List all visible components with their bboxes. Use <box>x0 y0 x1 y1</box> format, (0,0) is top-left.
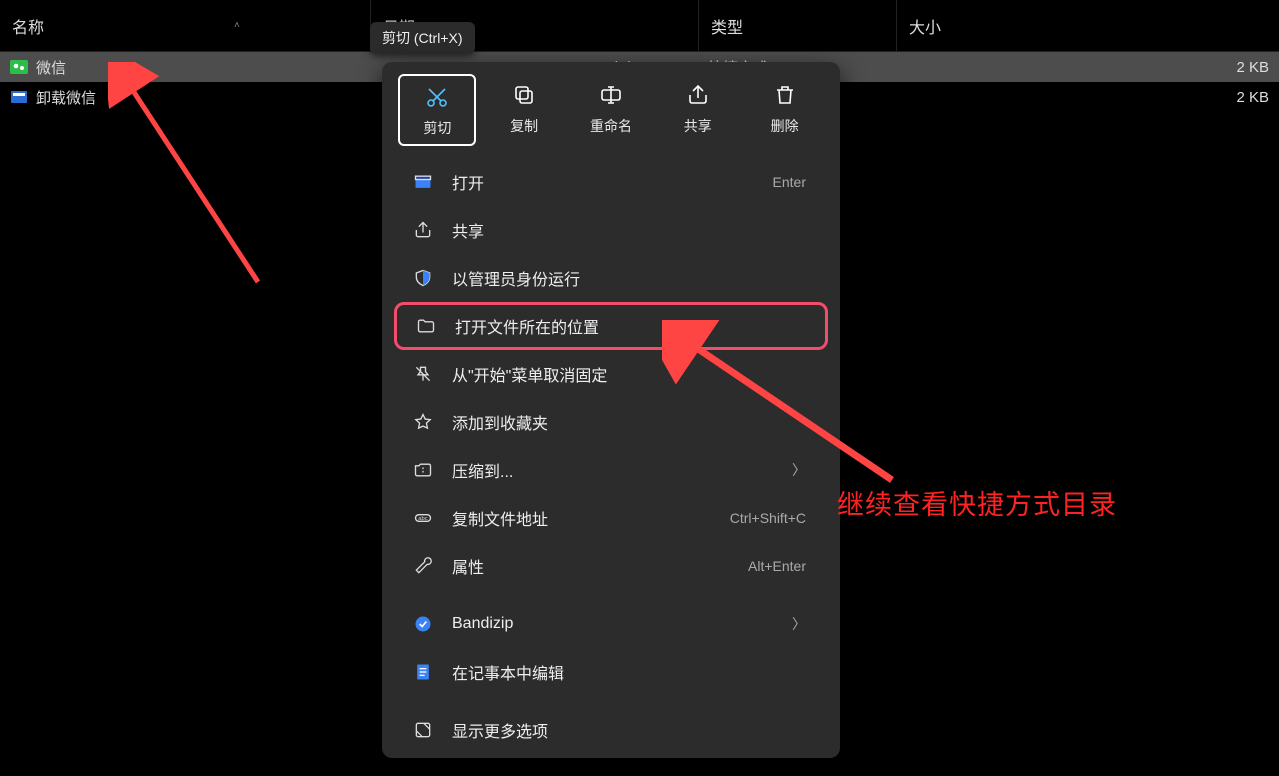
menu-run-as-admin-label: 以管理员身份运行 <box>452 266 698 290</box>
menu-notepad-edit[interactable]: 在记事本中编辑 <box>394 648 828 696</box>
tooltip-text: 剪切 (Ctrl+X) <box>382 30 463 46</box>
column-header-name[interactable]: 名称 ˄ <box>0 0 370 51</box>
menu-show-more-options[interactable]: 显示更多选项 <box>394 706 828 754</box>
menu-copy-path-label: 复制文件地址 <box>452 506 698 530</box>
column-header-size-label: 大小 <box>909 14 941 38</box>
menu-bandizip[interactable]: Bandizip 〉 <box>394 600 828 648</box>
column-header-size[interactable]: 大小 <box>896 0 1279 51</box>
window-icon <box>412 172 434 192</box>
action-copy[interactable]: 复制 <box>485 74 563 146</box>
menu-notepad-edit-label: 在记事本中编辑 <box>452 660 698 684</box>
menu-open-file-location[interactable]: 打开文件所在的位置 <box>394 302 828 350</box>
menu-copy-path[interactable]: abc 复制文件地址 Ctrl+Shift+C <box>394 494 828 542</box>
cut-tooltip: 剪切 (Ctrl+X) <box>370 22 475 54</box>
menu-unpin-start[interactable]: 从"开始"菜单取消固定 <box>394 350 828 398</box>
menu-open-label: 打开 <box>452 170 698 194</box>
column-header-name-label: 名称 <box>12 14 44 38</box>
wrench-icon <box>412 556 434 576</box>
trash-icon <box>773 82 797 108</box>
menu-add-to-favorites[interactable]: 添加到收藏夹 <box>394 398 828 446</box>
star-icon <box>412 412 434 432</box>
svg-text:abc: abc <box>418 516 427 522</box>
chevron-right-icon: 〉 <box>792 614 806 634</box>
action-delete[interactable]: 删除 <box>746 74 824 146</box>
menu-share[interactable]: 共享 <box>394 206 828 254</box>
file-size: 2 KB <box>896 89 1279 106</box>
menu-run-as-admin[interactable]: 以管理员身份运行 <box>394 254 828 302</box>
sort-indicator-icon: ˄ <box>234 20 240 31</box>
more-options-icon <box>412 720 434 740</box>
column-header-type[interactable]: 类型 <box>698 0 896 51</box>
shield-icon <box>412 268 434 288</box>
action-copy-label: 复制 <box>510 116 538 136</box>
column-headers: 名称 ˄ 日期 类型 大小 <box>0 0 1279 52</box>
copy-icon <box>512 82 536 108</box>
action-cut[interactable]: 剪切 <box>398 74 476 146</box>
column-header-type-label: 类型 <box>711 14 743 38</box>
uninstall-shortcut-icon <box>10 88 28 106</box>
bandizip-icon <box>412 614 434 634</box>
notepad-icon <box>412 662 434 682</box>
annotation-caption: 继续查看快捷方式目录 <box>837 483 1117 522</box>
menu-properties[interactable]: 属性 Alt+Enter <box>394 542 828 590</box>
scissors-icon <box>425 84 449 110</box>
menu-add-to-favorites-label: 添加到收藏夹 <box>452 410 698 434</box>
rename-icon <box>599 82 623 108</box>
wechat-shortcut-icon <box>10 58 28 76</box>
action-rename[interactable]: 重命名 <box>572 74 650 146</box>
menu-unpin-start-label: 从"开始"菜单取消固定 <box>452 362 698 386</box>
menu-open-file-location-label: 打开文件所在的位置 <box>455 314 695 338</box>
menu-open-shortcut: Enter <box>716 174 806 190</box>
folder-icon <box>415 316 437 336</box>
menu-compress-to-label: 压缩到... <box>452 458 774 482</box>
unpin-icon <box>412 364 434 384</box>
quick-action-bar: 剪切 复制 重命名 共享 删除 <box>388 72 834 158</box>
archive-icon <box>412 460 434 480</box>
action-delete-label: 删除 <box>771 116 799 136</box>
menu-open[interactable]: 打开 Enter <box>394 158 828 206</box>
action-share-label: 共享 <box>684 116 712 136</box>
file-name: 微信 <box>36 57 66 78</box>
menu-copy-path-shortcut: Ctrl+Shift+C <box>716 510 806 526</box>
file-name: 卸载微信 <box>36 87 96 108</box>
menu-properties-shortcut: Alt+Enter <box>716 558 806 574</box>
share-icon <box>686 82 710 108</box>
share-icon <box>412 220 434 240</box>
context-menu: 剪切 复制 重命名 共享 删除 打开 <box>382 62 840 758</box>
menu-properties-label: 属性 <box>452 554 698 578</box>
menu-compress-to[interactable]: 压缩到... 〉 <box>394 446 828 494</box>
action-rename-label: 重命名 <box>590 116 632 136</box>
action-cut-label: 剪切 <box>423 118 451 138</box>
file-size: 2 KB <box>896 59 1279 76</box>
menu-share-label: 共享 <box>452 218 698 242</box>
menu-bandizip-label: Bandizip <box>452 615 774 633</box>
chevron-right-icon: 〉 <box>792 460 806 480</box>
path-icon: abc <box>412 508 434 528</box>
action-share[interactable]: 共享 <box>659 74 737 146</box>
menu-show-more-options-label: 显示更多选项 <box>452 718 698 742</box>
